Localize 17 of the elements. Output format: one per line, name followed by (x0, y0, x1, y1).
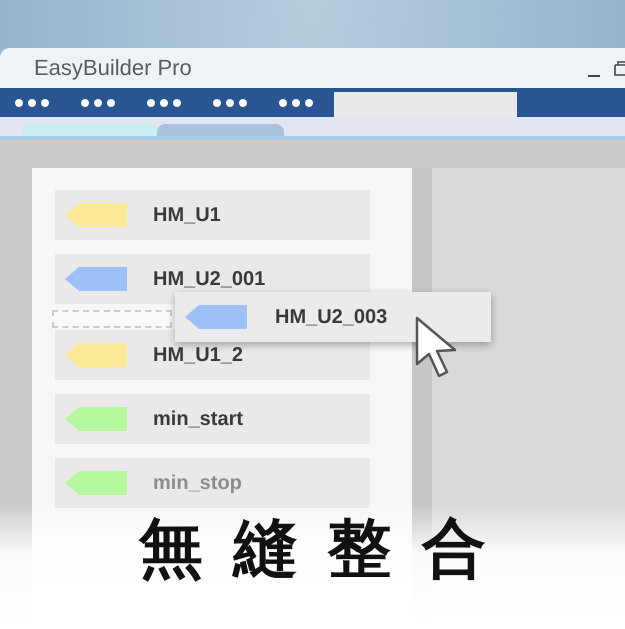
tag-label: HM_U2_003 (275, 306, 388, 328)
tag-row[interactable]: min_start (55, 394, 370, 444)
window-title: EasyBuilder Pro (34, 55, 192, 81)
more-icon[interactable] (146, 98, 182, 108)
more-icon[interactable] (278, 98, 314, 108)
restore-icon[interactable] (614, 60, 625, 76)
drag-preview-tooltip[interactable]: HM_U2_003 (175, 292, 491, 342)
more-icon[interactable] (212, 98, 248, 108)
more-icon[interactable] (14, 98, 50, 108)
tag-label: HM_U1 (153, 204, 221, 226)
tag-label: HM_U2_001 (153, 268, 266, 290)
tag-label: HM_U1_2 (153, 344, 244, 366)
caption: 無 縫 整 合 (138, 511, 487, 588)
more-icon[interactable] (80, 98, 116, 108)
tag-row[interactable]: HM_U1 (55, 190, 370, 240)
tag-label: min_stop (153, 472, 242, 494)
tag-label: min_start (153, 408, 244, 430)
